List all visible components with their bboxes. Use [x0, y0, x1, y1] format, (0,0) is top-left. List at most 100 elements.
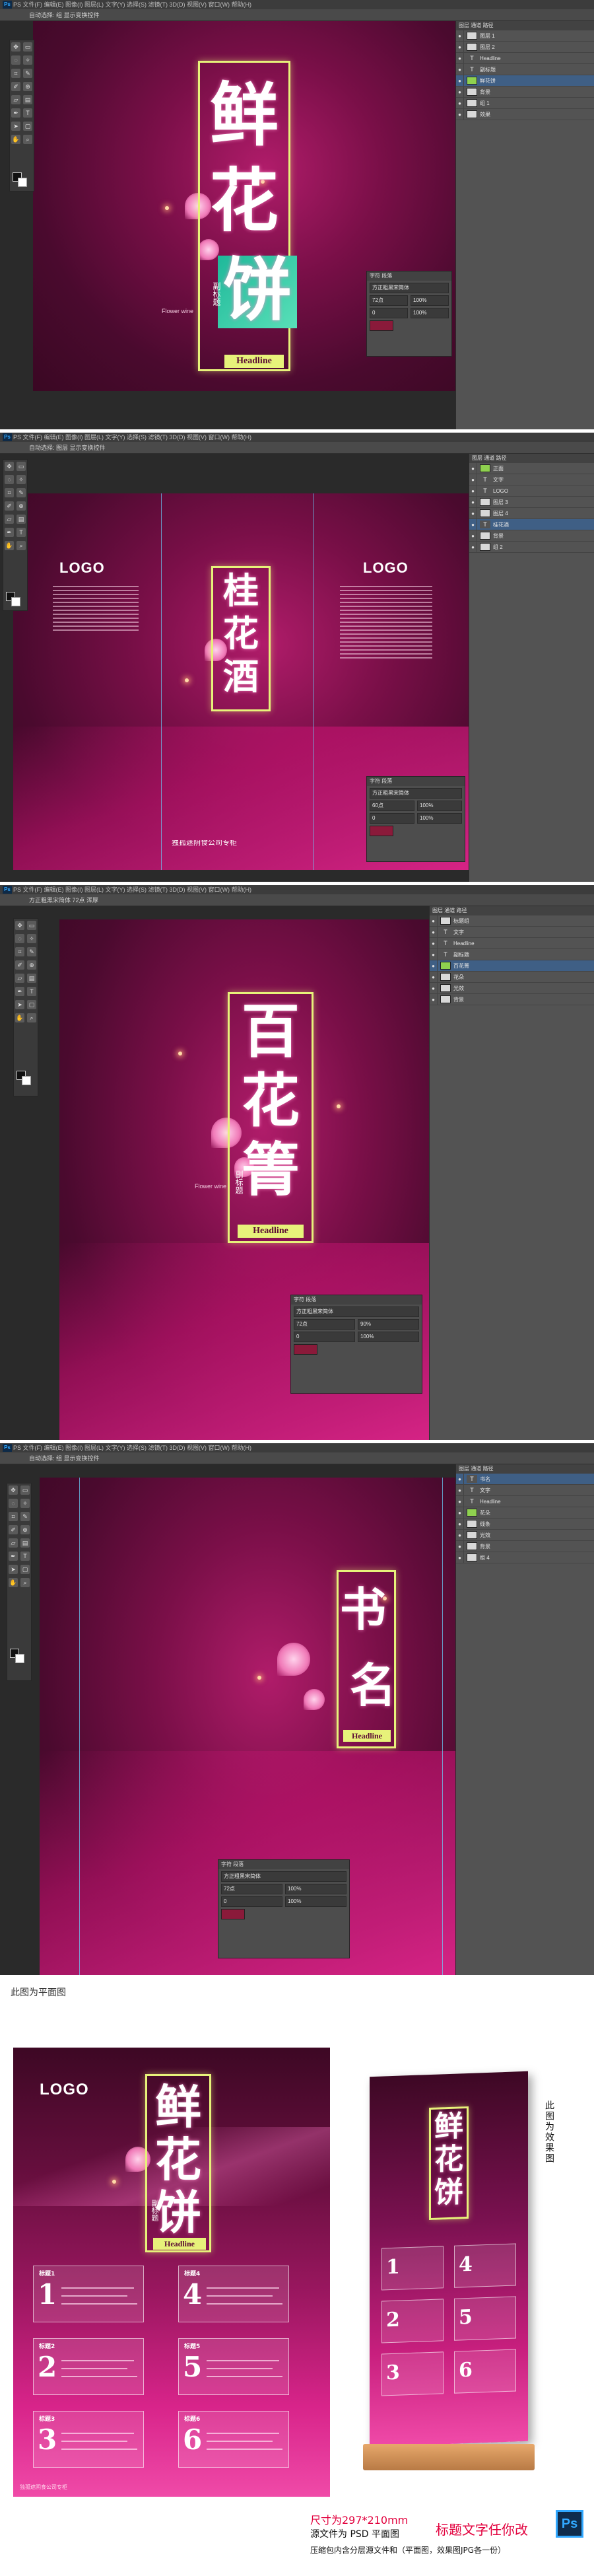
path-tool-icon[interactable]: ➤: [11, 122, 20, 131]
tools-panel[interactable]: ✥ ▭ ◌ ✧ ⌗ ✎ ✐ ⊕ ▱ ▤ ✒ T ✋ ⌕: [3, 459, 28, 611]
layer-name[interactable]: 组 1: [480, 100, 490, 107]
menu-text[interactable]: PS 文件(F) 编辑(E) 图像(I) 图层(L) 文字(Y) 选择(S) 滤…: [13, 1, 251, 8]
crop-tool-icon[interactable]: ⌗: [5, 488, 14, 497]
lasso-tool-icon[interactable]: ◌: [9, 1499, 18, 1508]
zoom-tool-icon[interactable]: ⌕: [16, 541, 26, 550]
layer-row[interactable]: ● 光效: [456, 1530, 594, 1541]
layer-name[interactable]: 图层 4: [493, 510, 508, 517]
panel-tabs[interactable]: 图层 通道 路径: [430, 906, 594, 915]
layer-row[interactable]: ● 背景: [430, 994, 594, 1005]
character-panel[interactable]: 字符 段落 方正粗黑宋简体 72点 90% 0 100%: [290, 1295, 422, 1394]
eye-icon[interactable]: ●: [469, 542, 477, 552]
layer-name[interactable]: 书名: [480, 1476, 490, 1483]
layer-row[interactable]: ● 光效: [430, 983, 594, 994]
layer-row[interactable]: ● 背景: [456, 1541, 594, 1552]
pen-tool-icon[interactable]: ✒: [5, 528, 14, 537]
gradient-tool-icon[interactable]: ▤: [27, 974, 36, 983]
character-panel-tabs[interactable]: 字符 段落: [367, 777, 465, 786]
brush-tool-icon[interactable]: ✐: [15, 960, 24, 970]
lasso-tool-icon[interactable]: ◌: [11, 55, 20, 65]
scale-field[interactable]: 100%: [411, 295, 449, 306]
pen-tool-icon[interactable]: ✒: [15, 987, 24, 996]
eye-icon[interactable]: ●: [456, 53, 464, 63]
path-tool-icon[interactable]: ➤: [9, 1565, 18, 1574]
gradient-tool-icon[interactable]: ▤: [20, 1538, 30, 1548]
panel-tabs[interactable]: 图层 通道 路径: [469, 454, 594, 463]
path-tool-icon[interactable]: ➤: [15, 1000, 24, 1009]
character-panel[interactable]: 字符 段落 方正粗黑宋简体 72点 100% 0 100%: [366, 271, 452, 357]
layer-name[interactable]: 桂花酒: [493, 521, 509, 528]
eye-icon[interactable]: ●: [456, 1474, 464, 1484]
brush-tool-icon[interactable]: ✐: [9, 1525, 18, 1534]
layer-name[interactable]: 组 2: [493, 544, 503, 551]
layer-row[interactable]: ● 标题组: [430, 915, 594, 927]
layer-name[interactable]: 文字: [480, 1487, 490, 1494]
eye-icon[interactable]: ●: [456, 64, 464, 75]
layer-row[interactable]: ● 花朵: [456, 1507, 594, 1519]
hand-tool-icon[interactable]: ✋: [15, 1013, 24, 1022]
text-color-swatch[interactable]: [294, 1344, 317, 1355]
layer-row[interactable]: ● 图层 2: [456, 42, 594, 53]
layers-panel[interactable]: 图层 通道 路径 ● 图层 1 ● 图层 2 ● T Headline ● T 副标题 ● 鲜…: [455, 21, 594, 429]
background-color-swatch[interactable]: [15, 1654, 24, 1663]
eye-icon[interactable]: ●: [469, 463, 477, 474]
layer-name[interactable]: 副标题: [453, 951, 469, 958]
crop-tool-icon[interactable]: ⌗: [11, 69, 20, 78]
character-panel[interactable]: 字符 段落 方正粗黑宋简体 60点 100% 0 100%: [366, 776, 465, 862]
brush-tool-icon[interactable]: ✐: [5, 501, 14, 511]
eyedropper-tool-icon[interactable]: ✎: [27, 947, 36, 956]
eyedropper-tool-icon[interactable]: ✎: [20, 1512, 30, 1521]
vscale-field[interactable]: 100%: [358, 1332, 419, 1342]
lasso-tool-icon[interactable]: ◌: [5, 475, 14, 484]
move-tool-icon[interactable]: ✥: [9, 1485, 18, 1495]
layer-name[interactable]: 图层 3: [493, 499, 508, 506]
text-tool-icon[interactable]: T: [20, 1552, 30, 1561]
text-color-swatch[interactable]: [221, 1909, 245, 1919]
background-color-swatch[interactable]: [22, 1076, 31, 1085]
eye-icon[interactable]: ●: [430, 972, 438, 982]
layer-name[interactable]: 效果: [480, 111, 490, 118]
eye-icon[interactable]: ●: [456, 42, 464, 52]
eraser-tool-icon[interactable]: ▱: [9, 1538, 18, 1548]
wand-tool-icon[interactable]: ✧: [27, 934, 36, 943]
tools-panel[interactable]: ✥ ▭ ◌ ✧ ⌗ ✎ ✐ ⊕ ▱ ▤ ✒ T ➤ ▢ ✋ ⌕: [13, 918, 38, 1096]
shape-tool-icon[interactable]: ▢: [20, 1565, 30, 1574]
scale-field[interactable]: 100%: [285, 1884, 346, 1894]
layer-name[interactable]: 正面: [493, 465, 504, 472]
layer-row[interactable]: ● T 文字: [430, 927, 594, 938]
eye-icon[interactable]: ●: [469, 508, 477, 519]
layer-name[interactable]: 花朵: [480, 1509, 490, 1517]
zoom-tool-icon[interactable]: ⌕: [27, 1013, 36, 1022]
menu-bar[interactable]: Ps PS 文件(F) 编辑(E) 图像(I) 图层(L) 文字(Y) 选择(S)…: [0, 885, 594, 894]
eye-icon[interactable]: ●: [469, 485, 477, 496]
eye-icon[interactable]: ●: [430, 949, 438, 960]
menu-text[interactable]: PS 文件(F) 编辑(E) 图像(I) 图层(L) 文字(Y) 选择(S) 滤…: [13, 434, 251, 441]
layer-name[interactable]: 光效: [480, 1532, 490, 1539]
tracking-field[interactable]: 0: [221, 1896, 282, 1907]
gradient-tool-icon[interactable]: ▤: [23, 95, 32, 104]
character-panel[interactable]: 字符 段落 方正粗黑宋简体 72点 100% 0 100%: [218, 1859, 350, 1958]
wand-tool-icon[interactable]: ✧: [20, 1499, 30, 1508]
layer-row[interactable]: ● T LOGO: [469, 485, 594, 497]
move-tool-icon[interactable]: ✥: [15, 921, 24, 930]
layer-name[interactable]: 文字: [493, 476, 504, 483]
marquee-tool-icon[interactable]: ▭: [20, 1485, 30, 1495]
layer-name[interactable]: Headline: [480, 55, 501, 61]
text-tool-icon[interactable]: T: [23, 108, 32, 118]
eye-icon[interactable]: ●: [456, 109, 464, 120]
hand-tool-icon[interactable]: ✋: [11, 135, 20, 144]
layer-name[interactable]: 标题组: [453, 917, 469, 925]
shape-tool-icon[interactable]: ▢: [27, 1000, 36, 1009]
eye-icon[interactable]: ●: [430, 915, 438, 926]
layer-row[interactable]: ● 花朵: [430, 972, 594, 983]
layer-row[interactable]: ● T 桂花酒: [469, 519, 594, 530]
move-tool-icon[interactable]: ✥: [5, 462, 14, 471]
menu-text[interactable]: PS 文件(F) 编辑(E) 图像(I) 图层(L) 文字(Y) 选择(S) 滤…: [13, 886, 251, 893]
tracking-field[interactable]: 0: [370, 813, 414, 824]
options-bar[interactable]: 自动选择: 图层 显示变换控件: [0, 442, 594, 454]
layer-name[interactable]: LOGO: [493, 488, 508, 494]
layer-row[interactable]: ● 组 1: [456, 98, 594, 109]
layer-row[interactable]: ● 图层 3: [469, 497, 594, 508]
canvas-area[interactable]: 鲜 花 饼 副标题 Flower wine Headline: [0, 21, 455, 429]
wand-tool-icon[interactable]: ✧: [23, 55, 32, 65]
